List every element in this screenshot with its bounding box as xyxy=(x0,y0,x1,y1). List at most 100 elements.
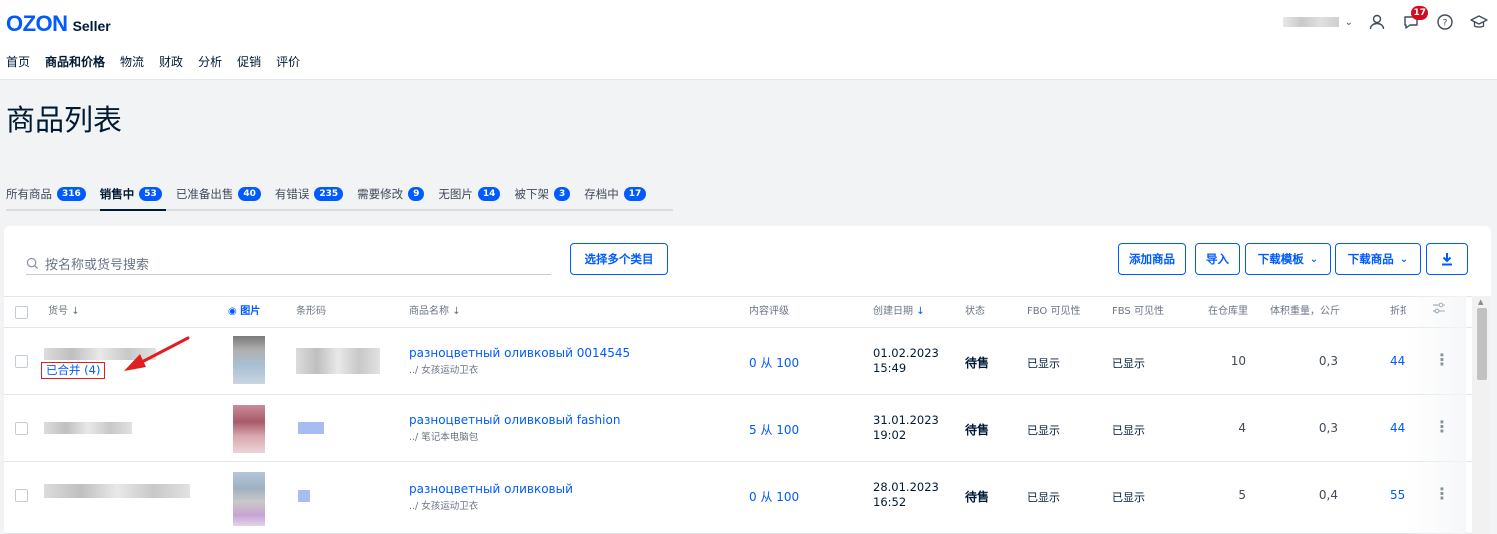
nav-products-prices[interactable]: 商品和价格 xyxy=(45,53,105,70)
stock-value: 10 xyxy=(1230,354,1246,368)
more-actions-icon[interactable]: ⋮ xyxy=(1434,417,1450,436)
content-rating[interactable]: 5 从 100 xyxy=(749,421,799,438)
discount-value[interactable]: 44 xyxy=(1390,421,1405,435)
tab-label: 已准备出售 xyxy=(175,187,234,201)
volume-value: 0,4 xyxy=(1318,488,1338,502)
fbo-visibility: 已显示 xyxy=(1027,357,1060,370)
chat-icon[interactable]: 17 xyxy=(1401,6,1428,32)
import-button[interactable]: 导入 xyxy=(1195,243,1240,275)
column-settings-icon[interactable] xyxy=(1432,297,1446,327)
logo-wordmark: OZON xyxy=(6,11,68,36)
ozon-seller-logo[interactable]: OZON Seller xyxy=(6,11,111,37)
table-row[interactable]: разноцветный оливковый fashion ../ 笔记本电脑… xyxy=(4,395,1491,462)
tab-count: 14 xyxy=(477,187,501,201)
tab-needs-fix[interactable]: 需要修改 9 xyxy=(357,186,425,202)
download-template-button[interactable]: 下载模板 ⌄ xyxy=(1245,243,1331,275)
tab-label: 需要修改 xyxy=(357,187,404,201)
product-name[interactable]: разноцветный оливковый fashion xyxy=(409,413,620,427)
volume-value: 0,3 xyxy=(1318,421,1338,435)
nav-analytics[interactable]: 分析 xyxy=(198,53,222,70)
download-icon-button[interactable] xyxy=(1426,243,1468,275)
user-icon[interactable] xyxy=(1367,12,1387,32)
more-actions-icon[interactable]: ⋮ xyxy=(1434,350,1450,369)
table-scrollbar[interactable]: ▲ xyxy=(1472,296,1491,534)
more-actions-icon[interactable]: ⋮ xyxy=(1434,484,1450,503)
sku-blurred xyxy=(44,422,132,434)
select-categories-button[interactable]: 选择多个类目 xyxy=(570,243,668,275)
tab-label: 销售中 xyxy=(99,187,135,201)
download-products-button[interactable]: 下载商品 ⌄ xyxy=(1335,243,1421,275)
table-header: 货号 ↓ ◉ 图片 条形码 商品名称 ↓ 内容评级 创建日期 ↓ 状态 FBO … xyxy=(4,296,1491,328)
header-image-toggle[interactable]: ◉ 图片 xyxy=(228,297,260,327)
help-icon[interactable]: ? xyxy=(1435,12,1455,32)
scroll-up-icon[interactable]: ▲ xyxy=(1478,298,1483,306)
product-name-cell[interactable]: разноцветный оливковый fashion ../ 笔记本电脑… xyxy=(409,413,620,443)
nav-home[interactable]: 首页 xyxy=(6,53,30,70)
stock-value: 4 xyxy=(1238,421,1246,435)
chevron-down-icon[interactable]: ⌄ xyxy=(1345,17,1353,28)
search-field[interactable]: 按名称或货号搜索 xyxy=(26,253,551,275)
status-value: 待售 xyxy=(965,490,990,504)
account-name-blurred[interactable] xyxy=(1282,17,1339,27)
header-sku[interactable]: 货号 ↓ xyxy=(48,297,80,327)
created-day: 01.02.2023 xyxy=(873,346,939,360)
product-category: ../ 女孩运动卫衣 xyxy=(409,501,479,512)
discount-value[interactable]: 55 xyxy=(1390,488,1405,502)
content-rating[interactable]: 0 从 100 xyxy=(749,488,799,505)
nav-finance[interactable]: 财政 xyxy=(159,53,183,70)
tab-count: 17 xyxy=(623,187,647,201)
nav-promotions[interactable]: 促销 xyxy=(237,53,261,70)
row-checkbox[interactable] xyxy=(15,355,28,368)
product-image[interactable] xyxy=(233,405,265,453)
header-volume: 体积重量，公斤 xyxy=(1270,306,1340,317)
tab-errors[interactable]: 有错误 235 xyxy=(274,186,344,202)
discount-value[interactable]: 44 xyxy=(1390,354,1405,368)
nav-reviews[interactable]: 评价 xyxy=(276,53,300,70)
nav-logistics[interactable]: 物流 xyxy=(120,53,144,70)
header-created[interactable]: 创建日期 ↓ xyxy=(873,297,925,327)
created-date: 01.02.2023 15:49 xyxy=(873,346,939,376)
tab-removed[interactable]: 被下架 3 xyxy=(514,186,571,202)
content-rating[interactable]: 0 从 100 xyxy=(749,354,799,371)
product-image[interactable] xyxy=(233,336,265,384)
row-checkbox[interactable] xyxy=(15,489,28,502)
product-name[interactable]: разноцветный оливковый xyxy=(409,482,573,496)
product-name-cell[interactable]: разноцветный оливковый 0014545 ../ 女孩运动卫… xyxy=(409,346,630,376)
header-discount: 折扣 xyxy=(1390,306,1406,317)
created-time: 16:52 xyxy=(873,495,907,509)
volume-value: 0,3 xyxy=(1318,354,1338,368)
logo-subtitle: Seller xyxy=(72,18,111,34)
created-day: 28.01.2023 xyxy=(873,480,939,494)
header-status: 状态 xyxy=(965,306,985,317)
tab-all-products[interactable]: 所有商品 316 xyxy=(6,186,86,202)
tab-on-sale[interactable]: 销售中 53 xyxy=(100,186,162,202)
tab-label: 被下架 xyxy=(514,187,549,201)
select-all-checkbox[interactable] xyxy=(15,306,28,319)
tab-label: 无图片 xyxy=(438,187,473,201)
scrollbar-thumb[interactable] xyxy=(1477,308,1487,380)
tab-no-images[interactable]: 无图片 14 xyxy=(438,186,501,202)
tab-count: 40 xyxy=(238,187,261,201)
product-name-cell[interactable]: разноцветный оливковый ../ 女孩运动卫衣 xyxy=(409,482,573,512)
table-row[interactable]: разноцветный оливковый ../ 女孩运动卫衣 0 从 10… xyxy=(4,462,1491,534)
header-name[interactable]: 商品名称 ↓ xyxy=(409,297,461,327)
fbs-visibility: 已显示 xyxy=(1112,491,1145,504)
add-product-button[interactable]: 添加商品 xyxy=(1118,243,1186,275)
tab-label: 有错误 xyxy=(274,187,310,201)
tab-ready-for-sale[interactable]: 已准备出售 40 xyxy=(176,186,261,202)
status-value: 待售 xyxy=(965,356,990,370)
product-image[interactable] xyxy=(233,472,265,526)
barcode-blurred xyxy=(296,348,380,374)
chevron-down-icon: ⌄ xyxy=(1399,253,1409,265)
merged-link[interactable]: 已合并 (4) xyxy=(41,362,106,379)
tab-label: 所有商品 xyxy=(6,187,52,201)
product-name[interactable]: разноцветный оливковый 0014545 xyxy=(409,346,630,360)
graduation-cap-icon[interactable] xyxy=(1469,12,1489,32)
created-date: 28.01.2023 16:52 xyxy=(873,480,939,510)
table-row[interactable]: 已合并 (4) разноцветный оливковый 0014545 .… xyxy=(4,328,1491,395)
search-icon xyxy=(26,257,39,270)
fbs-visibility: 已显示 xyxy=(1112,424,1145,437)
tab-archived[interactable]: 存档中 17 xyxy=(584,186,647,202)
row-checkbox[interactable] xyxy=(15,422,28,435)
tab-count: 53 xyxy=(139,187,162,201)
